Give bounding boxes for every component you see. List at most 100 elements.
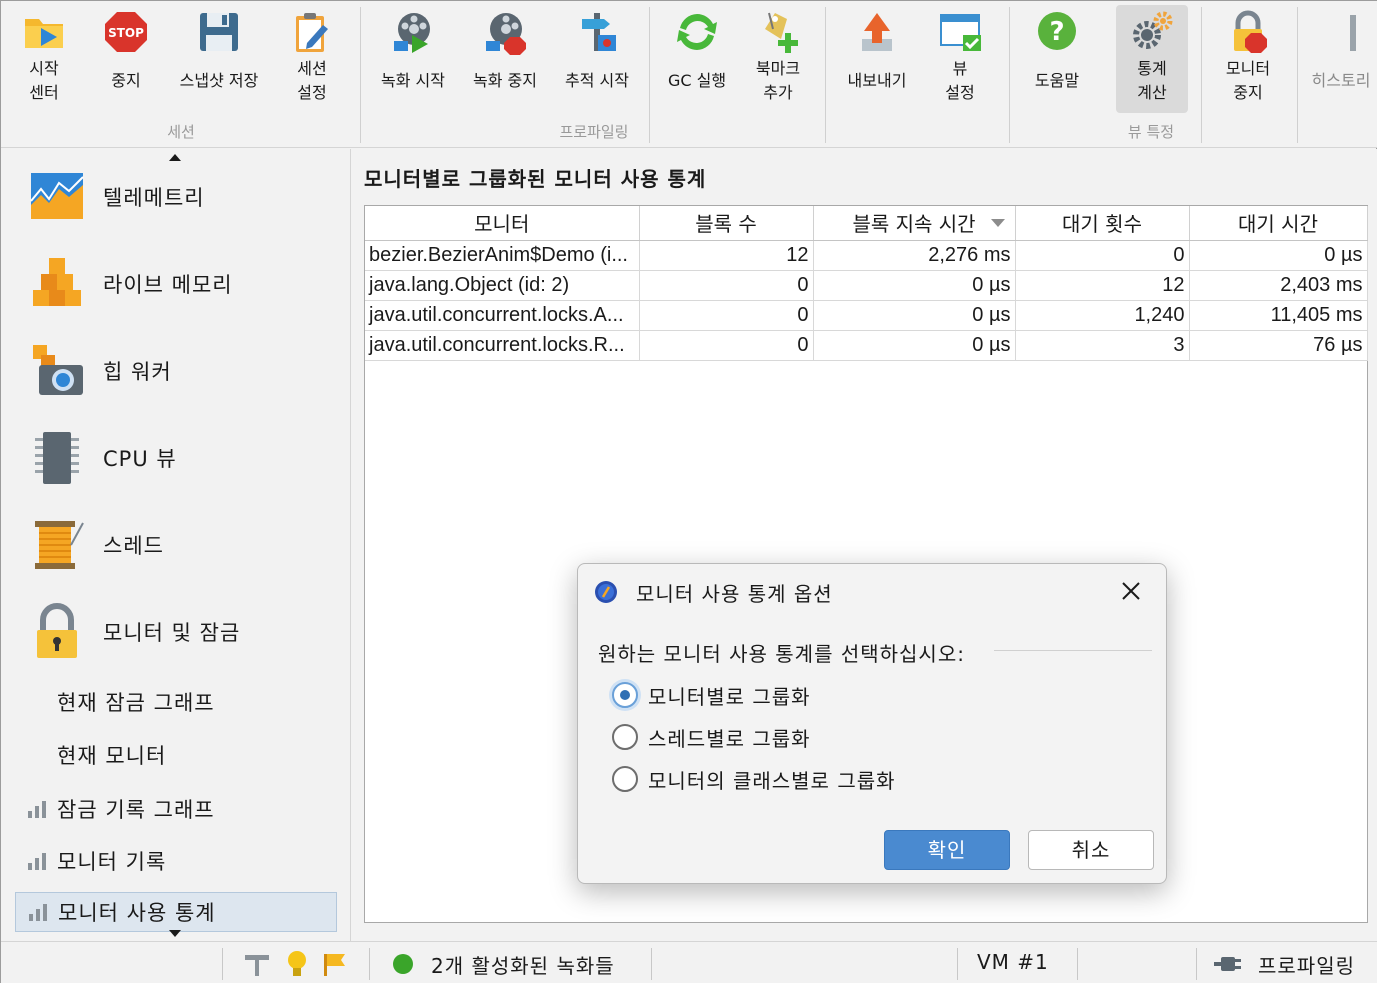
cell-monitor: java.util.concurrent.locks.A...	[365, 300, 640, 331]
toolbar-separator	[1201, 7, 1202, 143]
start-center-button[interactable]: 시작 센터	[9, 5, 79, 113]
folder-play-icon	[21, 9, 67, 55]
svg-text:STOP: STOP	[108, 26, 144, 40]
cell-wait-count: 3	[1015, 330, 1190, 361]
recording-status-dot-icon	[393, 954, 413, 974]
sidebar-item-monitor-usage-statistics[interactable]: 모니터 사용 통계	[15, 892, 337, 932]
table-row[interactable]: java.util.concurrent.locks.R... 0 0 µs 3…	[365, 330, 1368, 361]
bar-chart-icon	[28, 801, 46, 818]
table-header-row: 모니터 블록 수 블록 지속 시간 대기 횟수 대기 시간	[365, 206, 1368, 241]
stop-monitor-button[interactable]: 모니터 중지	[1209, 5, 1287, 113]
dialog-divider	[994, 650, 1152, 651]
status-separator	[1077, 948, 1078, 980]
monitor-usage-options-dialog: 모니터 사용 통계 옵션 원하는 모니터 사용 통계를 선택하십시오: 모니터별…	[577, 563, 1167, 884]
window-check-icon	[937, 9, 983, 55]
cancel-button[interactable]: 취소	[1028, 830, 1154, 870]
pin-icon[interactable]	[243, 951, 271, 977]
sidebar-item-live-memory[interactable]: 라이브 메모리	[27, 244, 347, 324]
view-title: 모니터별로 그룹화된 모니터 사용 통계	[364, 167, 707, 191]
stop-button[interactable]: STOP 중지	[91, 5, 161, 113]
status-separator	[369, 948, 370, 980]
sidebar-item-monitors-locks[interactable]: 모니터 및 잠금	[27, 592, 347, 672]
flag-icon[interactable]	[321, 952, 347, 976]
toolbar-separator	[1297, 7, 1298, 143]
lock-stop-icon	[1225, 9, 1271, 55]
recycle-icon	[674, 9, 720, 55]
group-label-view-specific: 뷰 특정	[1127, 123, 1175, 141]
option-group-by-monitor-class[interactable]: 모니터의 클래스별로 그룹화	[612, 762, 896, 796]
film-reel-stop-icon	[482, 9, 528, 55]
sidebar-item-telemetry[interactable]: 텔레메트리	[27, 157, 347, 237]
radio-selected-icon[interactable]	[612, 682, 638, 708]
session-settings-button[interactable]: 세션 설정	[277, 5, 347, 113]
option-group-by-monitor[interactable]: 모니터별로 그룹화	[612, 678, 811, 712]
history-button[interactable]: 히스토리	[1305, 5, 1377, 113]
bar-chart-icon	[29, 904, 47, 921]
sidebar-item-monitor-history[interactable]: 모니터 기록	[15, 841, 337, 881]
cell-wait-count: 0	[1015, 240, 1190, 271]
svg-text:?: ?	[1049, 17, 1064, 47]
cell-wait-time: 0 µs	[1189, 240, 1368, 271]
sidebar: 텔레메트리 라이브 메모리 힙 워커 CPU 뷰 스레드 모니터 및 잠금 현재…	[1, 149, 351, 941]
history-icon	[1348, 9, 1377, 55]
option-group-by-thread[interactable]: 스레드별로 그룹화	[612, 720, 811, 754]
run-gc-button[interactable]: GC 실행	[657, 5, 737, 113]
table-row[interactable]: java.lang.Object (id: 2) 0 0 µs 12 2,403…	[365, 270, 1368, 301]
padlock-icon	[27, 602, 87, 662]
sidebar-item-heap-walker[interactable]: 힙 워커	[27, 331, 347, 411]
bar-chart-icon	[28, 853, 46, 870]
cell-block-count: 0	[639, 270, 814, 301]
status-separator	[957, 948, 958, 980]
cpu-chip-icon	[27, 428, 87, 488]
toolbar-separator	[360, 7, 361, 143]
table-row[interactable]: bezier.BezierAnim$Demo (i... 12 2,276 ms…	[365, 240, 1368, 271]
plug-connected-icon	[1214, 957, 1241, 971]
vm-status: VM #1	[977, 950, 1049, 974]
view-settings-button[interactable]: 뷰 설정	[923, 5, 997, 113]
column-header-monitor[interactable]: 모니터	[365, 206, 640, 241]
table-row[interactable]: java.util.concurrent.locks.A... 0 0 µs 1…	[365, 300, 1368, 331]
cell-wait-time: 76 µs	[1189, 330, 1368, 361]
app-logo-icon	[595, 581, 617, 603]
radio-unselected-icon[interactable]	[612, 724, 638, 750]
column-header-wait-count[interactable]: 대기 횟수	[1015, 206, 1190, 241]
cell-block-duration: 0 µs	[813, 300, 1016, 331]
start-recording-button[interactable]: 녹화 시작	[369, 5, 457, 113]
sidebar-item-locking-history-graph[interactable]: 잠금 기록 그래프	[15, 789, 337, 829]
column-header-block-duration[interactable]: 블록 지속 시간	[813, 206, 1016, 241]
stop-recording-button[interactable]: 녹화 중지	[461, 5, 549, 113]
calculate-statistics-button[interactable]: 통계 계산	[1116, 5, 1188, 113]
export-button[interactable]: 내보내기	[833, 5, 921, 113]
cell-wait-count: 1,240	[1015, 300, 1190, 331]
ok-button[interactable]: 확인	[884, 830, 1010, 870]
column-header-block-count[interactable]: 블록 수	[639, 206, 814, 241]
telemetry-chart-icon	[27, 167, 87, 227]
cell-wait-count: 12	[1015, 270, 1190, 301]
bookmark-add-icon	[755, 9, 801, 55]
group-label-profiling: 프로파일링	[559, 123, 629, 141]
lightbulb-icon[interactable]	[285, 950, 309, 978]
column-header-wait-time[interactable]: 대기 시간	[1189, 206, 1368, 241]
toolbar-separator	[825, 7, 826, 143]
floppy-disk-icon	[196, 9, 242, 55]
close-icon[interactable]	[1118, 578, 1144, 604]
radio-unselected-icon[interactable]	[612, 766, 638, 792]
add-bookmark-button[interactable]: 북마크 추가	[741, 5, 815, 113]
sidebar-item-threads[interactable]: 스레드	[27, 505, 347, 585]
sidebar-item-current-monitors[interactable]: 현재 모니터	[57, 738, 166, 774]
thread-spool-icon	[27, 515, 87, 575]
help-button[interactable]: ? 도움말	[1017, 5, 1097, 113]
scroll-down-arrow-icon[interactable]	[169, 930, 181, 937]
active-recordings-status[interactable]: 2개 활성화된 녹화들	[431, 950, 615, 979]
save-snapshot-button[interactable]: 스냅샷 저장	[169, 5, 269, 113]
camera-blocks-icon	[27, 341, 87, 401]
status-bar: 2개 활성화된 녹화들 VM #1 프로파일링	[1, 941, 1377, 983]
tracking-icon	[574, 9, 620, 55]
start-tracking-button[interactable]: 추적 시작	[553, 5, 641, 113]
sidebar-item-current-lock-graph[interactable]: 현재 잠금 그래프	[57, 685, 215, 721]
sidebar-item-cpu-views[interactable]: CPU 뷰	[27, 418, 347, 498]
gears-icon	[1129, 9, 1175, 55]
help-question-icon: ?	[1034, 9, 1080, 55]
cell-monitor: java.lang.Object (id: 2)	[365, 270, 640, 301]
cell-wait-time: 11,405 ms	[1189, 300, 1368, 331]
